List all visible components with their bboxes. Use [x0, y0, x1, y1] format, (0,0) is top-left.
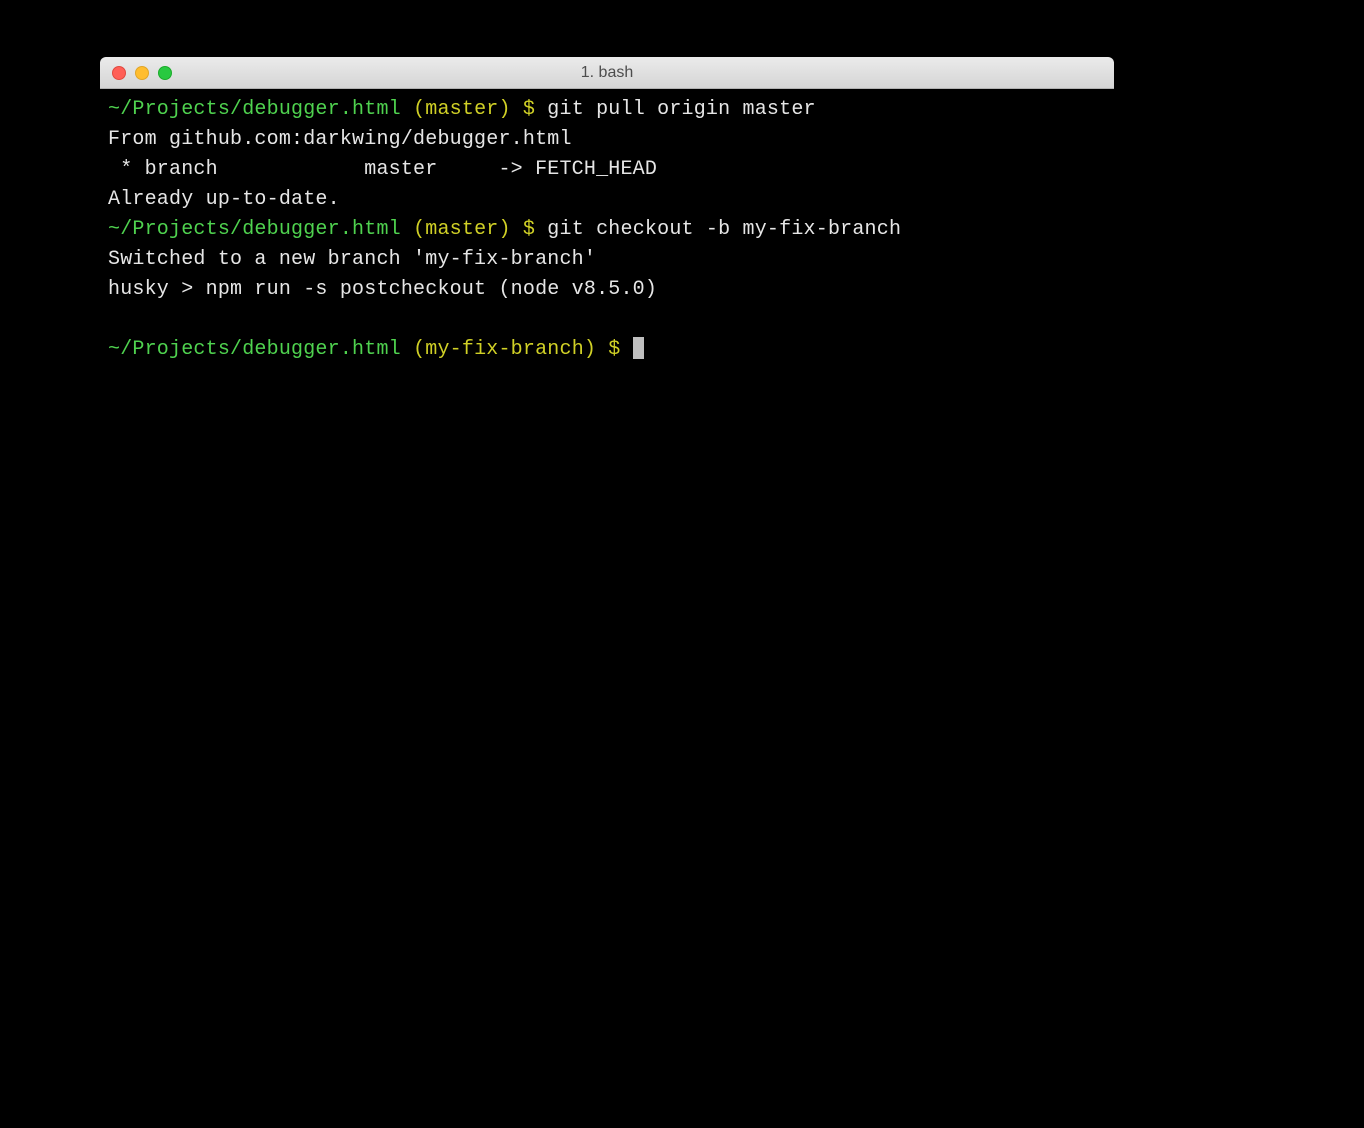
- prompt-branch: (master): [413, 98, 511, 121]
- prompt-dollar: $: [523, 98, 535, 121]
- window-title: 1. bash: [581, 64, 633, 82]
- prompt-branch: (master): [413, 218, 511, 241]
- prompt-path: ~/Projects/debugger.html: [108, 338, 401, 361]
- prompt-line: ~/Projects/debugger.html (my-fix-branch)…: [108, 335, 1106, 365]
- zoom-icon[interactable]: [158, 66, 172, 80]
- output-line: * branch master -> FETCH_HEAD: [108, 155, 1106, 185]
- output-line: Switched to a new branch 'my-fix-branch': [108, 245, 1106, 275]
- prompt-path: ~/Projects/debugger.html: [108, 98, 401, 121]
- blank-line: [108, 305, 1106, 335]
- prompt-dollar: $: [523, 218, 535, 241]
- output-line: From github.com:darkwing/debugger.html: [108, 125, 1106, 155]
- prompt-path: ~/Projects/debugger.html: [108, 218, 401, 241]
- titlebar[interactable]: 1. bash: [100, 57, 1114, 89]
- terminal-body[interactable]: ~/Projects/debugger.html (master) $ git …: [100, 89, 1114, 910]
- prompt-dollar: $: [608, 338, 620, 361]
- prompt-line: ~/Projects/debugger.html (master) $ git …: [108, 95, 1106, 125]
- output-line: Already up-to-date.: [108, 185, 1106, 215]
- command-text: git pull origin master: [547, 98, 815, 121]
- command-text: git checkout -b my-fix-branch: [547, 218, 901, 241]
- output-line: husky > npm run -s postcheckout (node v8…: [108, 275, 1106, 305]
- traffic-lights: [112, 66, 172, 80]
- prompt-line: ~/Projects/debugger.html (master) $ git …: [108, 215, 1106, 245]
- close-icon[interactable]: [112, 66, 126, 80]
- terminal-window: 1. bash ~/Projects/debugger.html (master…: [100, 57, 1114, 910]
- minimize-icon[interactable]: [135, 66, 149, 80]
- cursor-icon: [633, 337, 644, 359]
- prompt-branch: (my-fix-branch): [413, 338, 596, 361]
